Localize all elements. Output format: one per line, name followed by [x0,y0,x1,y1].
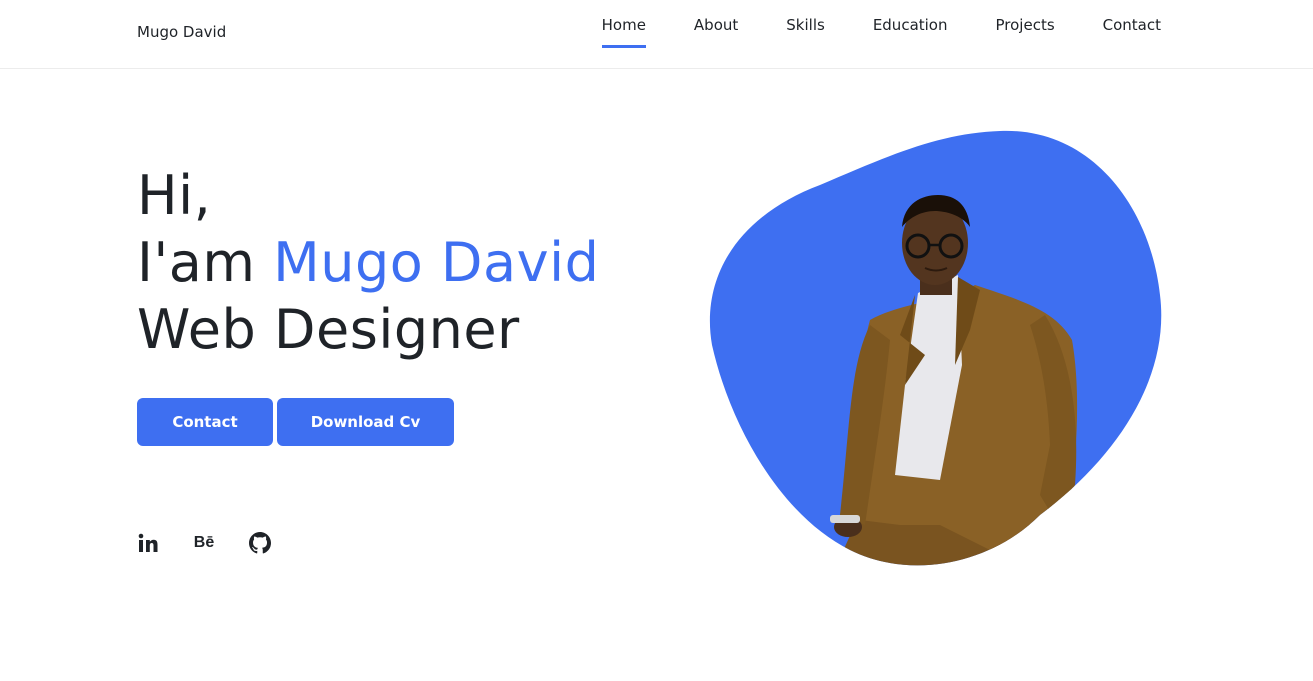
site-header: Mugo David Home About Skills Education P… [0,0,1313,69]
hero-illustration [700,125,1170,575]
social-links: Bē [137,530,271,556]
hero-name: Mugo David [273,231,600,294]
hero-greeting: Hi, [137,164,212,227]
nav-about[interactable]: About [694,15,738,48]
hero-intro: I'am [137,231,274,294]
nav-projects[interactable]: Projects [996,15,1055,48]
github-icon[interactable] [249,530,271,556]
download-cv-button[interactable]: Download Cv [277,398,454,446]
brand-logo[interactable]: Mugo David [137,23,226,41]
main-nav: Home About Skills Education Projects Con… [601,15,1161,48]
profile-photo [709,130,1162,566]
nav-contact[interactable]: Contact [1103,15,1161,48]
linkedin-icon[interactable] [137,530,159,556]
contact-button[interactable]: Contact [137,398,273,446]
behance-icon[interactable]: Bē [193,530,215,556]
hero-role: Web Designer [137,298,520,361]
nav-education[interactable]: Education [873,15,948,48]
nav-home[interactable]: Home [601,15,646,48]
hero-title: Hi, I'am Mugo David Web Designer [137,162,599,363]
nav-skills[interactable]: Skills [786,15,825,48]
